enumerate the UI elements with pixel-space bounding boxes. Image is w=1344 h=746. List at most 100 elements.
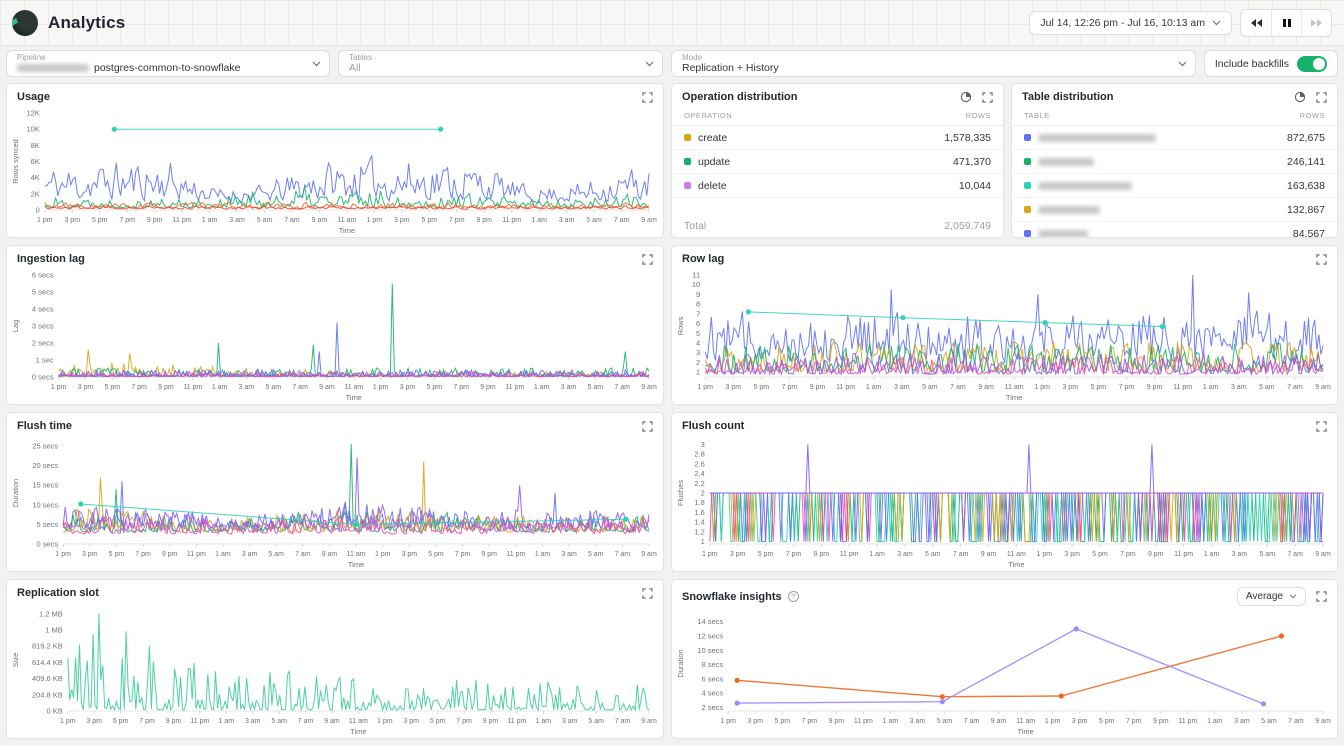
svg-text:1 am: 1 am	[535, 551, 551, 558]
svg-text:3 pm: 3 pm	[747, 718, 763, 725]
top-bar: Analytics Jul 14, 12:26 pm - Jul 16, 10:…	[0, 0, 1344, 46]
row-lag-chart[interactable]: 12345678910111 pm3 pm5 pm7 pm9 pm11 pm1 …	[674, 267, 1335, 403]
fullscreen-icon	[1316, 421, 1327, 432]
svg-text:5 am: 5 am	[588, 718, 604, 725]
ingestion-lag-card: Ingestion lag 0 secs1 sec2 secs3 secs4 s…	[6, 245, 664, 405]
svg-text:4K: 4K	[31, 173, 40, 182]
table-row[interactable]: 246,141	[1012, 150, 1337, 174]
app-logo	[12, 10, 38, 36]
svg-text:5 am: 5 am	[937, 718, 953, 725]
svg-text:9: 9	[696, 290, 700, 299]
fullscreen-button[interactable]	[642, 254, 653, 265]
fullscreen-icon	[642, 421, 653, 432]
snowflake-insights-chart[interactable]: 2 secs4 secs6 secs8 secs10 secs12 secs14…	[674, 608, 1335, 737]
pie-chart-icon	[960, 91, 972, 103]
table-row[interactable]: 84,567	[1012, 222, 1337, 237]
svg-text:2.6: 2.6	[694, 459, 704, 468]
svg-text:2.4: 2.4	[694, 469, 704, 478]
flush-time-chart[interactable]: 0 secs5 secs10 secs15 secs20 secs25 secs…	[9, 434, 661, 570]
mode-select[interactable]: Mode Replication + History	[671, 50, 1196, 77]
column-header: TABLE	[1024, 111, 1050, 120]
table-row[interactable]: 872,675	[1012, 126, 1337, 150]
svg-text:7 pm: 7 pm	[1126, 718, 1142, 725]
fullscreen-button[interactable]	[1316, 254, 1327, 265]
svg-text:3 pm: 3 pm	[1064, 551, 1080, 558]
pie-view-button[interactable]	[960, 91, 972, 103]
ingestion-lag-chart[interactable]: 0 secs1 sec2 secs3 secs4 secs5 secs6 sec…	[9, 267, 661, 403]
date-range-select[interactable]: Jul 14, 12:26 pm - Jul 16, 10:13 am	[1029, 11, 1232, 35]
fullscreen-button[interactable]	[982, 92, 993, 103]
include-backfills-label: Include backfills	[1215, 58, 1289, 70]
svg-text:2K: 2K	[31, 189, 40, 198]
svg-text:11 am: 11 am	[1007, 551, 1026, 558]
card-title: Flush time	[17, 420, 72, 432]
svg-text:7 am: 7 am	[615, 718, 631, 725]
fullscreen-button[interactable]	[642, 92, 653, 103]
svg-text:5 am: 5 am	[922, 384, 938, 391]
svg-text:7 am: 7 am	[614, 384, 630, 391]
table-row[interactable]: 163,638	[1012, 174, 1337, 198]
svg-text:3 am: 3 am	[1232, 551, 1248, 558]
pipeline-label: Pipeline	[17, 53, 307, 62]
svg-text:3 am: 3 am	[561, 384, 577, 391]
usage-chart[interactable]: 02K4K6K8K10K12K1 pm3 pm5 pm7 pm9 pm11 pm…	[9, 105, 661, 236]
dashboard-grid: Usage 02K4K6K8K10K12K1 pm3 pm5 pm7 pm9 p…	[0, 77, 1344, 745]
svg-text:8: 8	[696, 300, 700, 309]
column-header: ROWS	[966, 111, 991, 120]
svg-text:9 am: 9 am	[319, 384, 335, 391]
pipeline-select[interactable]: Pipeline postgres-common-to-snowflake	[6, 50, 330, 77]
aggregation-select[interactable]: Average	[1237, 587, 1306, 606]
svg-text:9 am: 9 am	[981, 551, 997, 558]
svg-text:2.2: 2.2	[694, 479, 704, 488]
flush-count-chart[interactable]: 11.21.41.61.822.22.42.62.831 pm3 pm5 pm7…	[674, 434, 1335, 570]
fullscreen-button[interactable]	[1316, 92, 1327, 103]
svg-text:11 pm: 11 pm	[506, 551, 525, 558]
svg-text:5: 5	[696, 329, 700, 338]
svg-text:7 am: 7 am	[614, 217, 630, 224]
svg-text:3 pm: 3 pm	[1062, 384, 1078, 391]
table-row[interactable]: create1,578,335	[672, 126, 1003, 150]
tables-select[interactable]: Tables All	[338, 50, 663, 77]
table-row[interactable]: 132,867	[1012, 198, 1337, 222]
include-backfills-toggle[interactable]	[1297, 56, 1327, 72]
replication-slot-chart[interactable]: 0 KB204.8 KB409.6 KB614.4 KB819.2 KB1 MB…	[9, 601, 661, 737]
fullscreen-button[interactable]	[1316, 421, 1327, 432]
fullscreen-button[interactable]	[1316, 591, 1327, 602]
svg-text:5 secs: 5 secs	[32, 288, 54, 297]
svg-text:614.4 KB: 614.4 KB	[32, 658, 63, 667]
playback-controls	[1240, 9, 1332, 37]
svg-text:5 secs: 5 secs	[37, 520, 59, 529]
table-row[interactable]: delete10,044	[672, 174, 1003, 198]
svg-text:1.2: 1.2	[694, 527, 704, 536]
svg-text:3 am: 3 am	[242, 551, 258, 558]
svg-text:9 am: 9 am	[991, 718, 1007, 725]
svg-text:3 pm: 3 pm	[726, 384, 742, 391]
fullscreen-button[interactable]	[642, 421, 653, 432]
page-title: Analytics	[48, 13, 125, 33]
fullscreen-icon	[1316, 92, 1327, 103]
svg-text:9 pm: 9 pm	[476, 217, 492, 224]
svg-text:1 am: 1 am	[883, 718, 899, 725]
svg-text:3 am: 3 am	[229, 217, 245, 224]
svg-text:2: 2	[696, 358, 700, 367]
card-title: Operation distribution	[682, 91, 798, 103]
svg-text:11 pm: 11 pm	[187, 551, 206, 558]
svg-text:11 am: 11 am	[1005, 384, 1024, 391]
fullscreen-icon	[642, 92, 653, 103]
fullscreen-button[interactable]	[642, 588, 653, 599]
pause-button[interactable]	[1271, 10, 1301, 36]
forward-button[interactable]	[1301, 10, 1331, 36]
svg-text:Time: Time	[339, 226, 355, 235]
svg-text:11 pm: 11 pm	[854, 718, 873, 725]
svg-text:11 pm: 11 pm	[836, 384, 855, 391]
svg-text:9 pm: 9 pm	[166, 718, 182, 725]
pie-view-button[interactable]	[1294, 91, 1306, 103]
info-icon[interactable]: ?	[788, 591, 799, 602]
svg-text:5 pm: 5 pm	[1091, 384, 1107, 391]
rewind-button[interactable]	[1241, 10, 1271, 36]
card-title: Table distribution	[1022, 91, 1113, 103]
svg-text:7 pm: 7 pm	[1119, 384, 1135, 391]
table-row[interactable]: update471,370	[672, 150, 1003, 174]
rewind-icon	[1250, 18, 1263, 28]
distribution-table-body: 872,675246,141163,638132,86784,56765,560…	[1012, 126, 1337, 237]
